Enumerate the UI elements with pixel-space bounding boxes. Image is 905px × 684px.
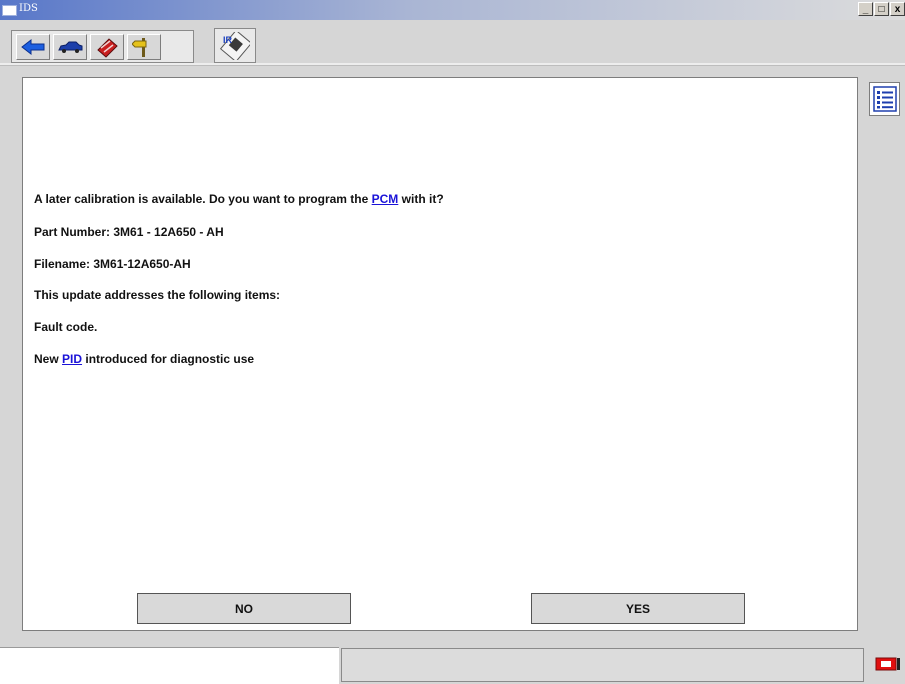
status-field [341,648,864,682]
minimize-button[interactable]: _ [858,2,873,16]
main-toolbar [11,30,194,63]
update-intro: This update addresses the following item… [34,288,281,302]
back-arrow-icon [21,38,45,55]
back-button[interactable] [16,33,50,60]
pid-text-start: New [34,352,59,366]
list-view-button[interactable] [869,82,900,116]
maximize-button[interactable]: □ [874,2,889,16]
pid-link[interactable]: PID [62,352,82,366]
window-title: IDS [19,3,38,14]
module-programming-button[interactable]: IR [214,28,256,63]
update-item-pid: New PID introduced for diagnostic use [34,352,254,366]
window-controls: _ □ x [857,2,905,17]
list-icon [872,86,897,112]
part-number: Part Number: 3M61 - 12A650 - AH [34,225,224,239]
app-icon [2,5,17,16]
connection-status[interactable] [873,652,904,676]
vehicle-button[interactable] [53,33,87,60]
vehicle-icon [58,41,83,53]
title-bar: IDS _ □ x [0,0,905,20]
close-button[interactable]: x [890,2,905,16]
vmm-status-icon [875,657,900,671]
svg-text:IR: IR [223,35,233,45]
main-panel: A later calibration is available. Do you… [22,77,858,631]
yes-button[interactable]: YES [531,593,745,624]
toolbar-divider [0,63,905,66]
filename: Filename: 3M61-12A650-AH [34,257,191,271]
signpost-icon [132,37,147,57]
pcm-link[interactable]: PCM [372,192,399,206]
pid-text-end: introduced for diagnostic use [85,352,255,366]
question-text: A later calibration is available. Do you… [34,192,369,206]
rewrite-tool-icon: IR [220,31,250,60]
signpost-button[interactable] [127,33,161,60]
no-button[interactable]: NO [137,593,351,624]
update-item-fault-code: Fault code. [34,320,98,334]
toolbox-button[interactable] [90,33,124,60]
question-text-end: with it? [401,192,444,206]
bottom-left-area [0,647,339,684]
toolbox-icon [97,37,118,58]
calibration-question: A later calibration is available. Do you… [34,192,444,206]
